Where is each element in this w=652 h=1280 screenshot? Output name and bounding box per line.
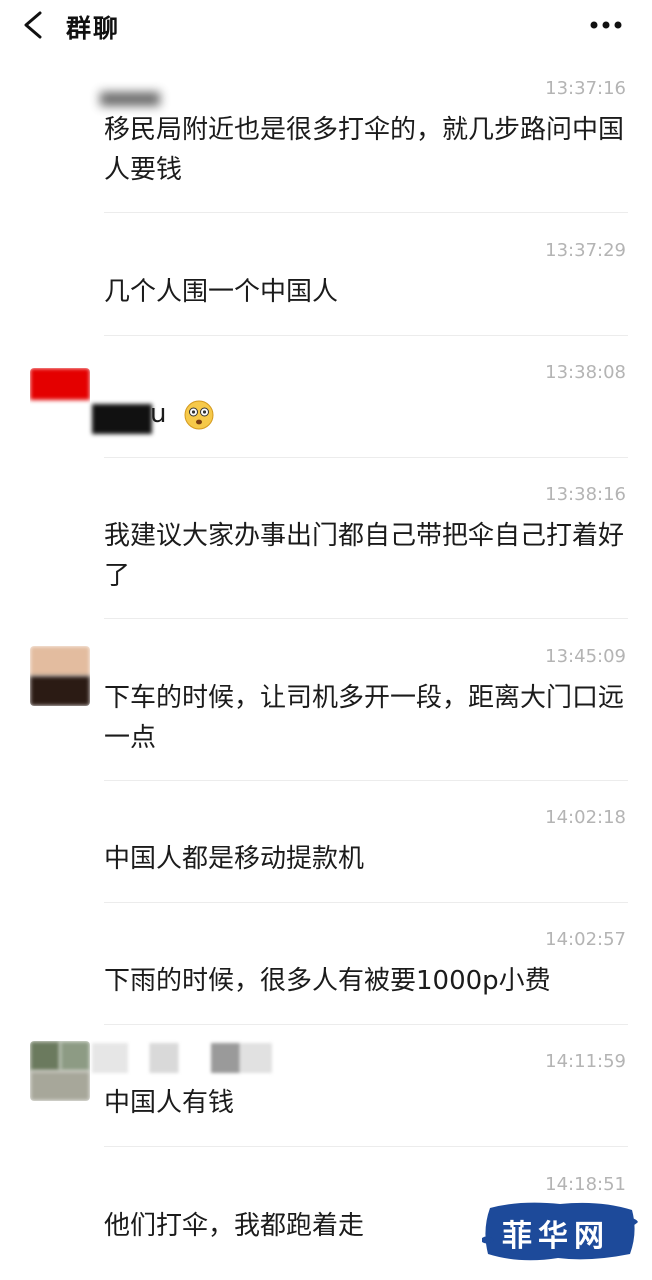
divider xyxy=(104,212,628,213)
message-text-content: u xyxy=(150,399,167,429)
divider xyxy=(104,1024,628,1025)
message-timestamp: 14:11:59 xyxy=(545,1051,626,1072)
chat-title: 群聊 xyxy=(66,14,121,43)
message-text[interactable]: u xyxy=(150,394,652,434)
message-text[interactable]: 中国人都是移动提款机 xyxy=(104,839,624,879)
message-timestamp: 13:38:16 xyxy=(545,484,626,505)
message-item: 13:37:29 几个人围一个中国人 xyxy=(0,240,652,336)
message-timestamp: 14:02:18 xyxy=(545,807,626,828)
avatar[interactable] xyxy=(30,368,90,428)
message-text[interactable]: 下车的时候，让司机多开一段，距离大门口远一点 xyxy=(104,678,624,758)
blurred-sender-name xyxy=(100,92,160,106)
top-bar: 群聊 xyxy=(0,0,652,52)
more-dots-icon[interactable] xyxy=(584,15,628,35)
message-text[interactable]: 移民局附近也是很多打伞的，就几步路问中国人要钱 xyxy=(104,110,624,190)
message-item: 14:11:59 中国人有钱 xyxy=(0,1041,652,1147)
message-text[interactable]: 几个人围一个中国人 xyxy=(104,272,624,312)
message-item: 13:38:08 u xyxy=(0,362,652,458)
message-item: 13:38:16 我建议大家办事出门都自己带把伞自己打着好了 xyxy=(0,484,652,619)
message-timestamp: 13:38:08 xyxy=(545,362,626,383)
divider xyxy=(104,1146,628,1147)
divider xyxy=(104,457,628,458)
divider xyxy=(104,902,628,903)
message-timestamp: 13:45:09 xyxy=(545,646,626,667)
message-text[interactable]: 中国人有钱 xyxy=(104,1083,624,1123)
message-timestamp: 14:02:57 xyxy=(545,929,626,950)
dizzy-face-emoji-icon xyxy=(184,400,214,429)
message-text[interactable]: 我建议大家办事出门都自己带把伞自己打着好了 xyxy=(104,516,624,596)
watermark-text: 菲华网 xyxy=(502,1219,610,1254)
message-item: 13:45:09 下车的时候，让司机多开一段，距离大门口远一点 xyxy=(0,646,652,781)
avatar[interactable] xyxy=(30,646,90,706)
chevron-left-icon[interactable] xyxy=(20,9,48,41)
message-timestamp: 13:37:16 xyxy=(545,78,626,99)
message-timestamp: 13:37:29 xyxy=(545,240,626,261)
message-text[interactable]: 下雨的时候，很多人有被要1000p小费 xyxy=(104,961,624,1001)
divider xyxy=(104,335,628,336)
blurred-sender-name xyxy=(92,404,152,434)
divider xyxy=(104,618,628,619)
message-item: 13:37:16 移民局附近也是很多打伞的，就几步路问中国人要钱 xyxy=(0,78,652,213)
avatar[interactable] xyxy=(30,1041,90,1101)
message-timestamp: 14:18:51 xyxy=(545,1174,626,1195)
blurred-sender-name xyxy=(92,1043,272,1073)
divider xyxy=(104,780,628,781)
message-item: 14:02:57 下雨的时候，很多人有被要1000p小费 xyxy=(0,929,652,1025)
message-item: 14:02:18 中国人都是移动提款机 xyxy=(0,807,652,903)
